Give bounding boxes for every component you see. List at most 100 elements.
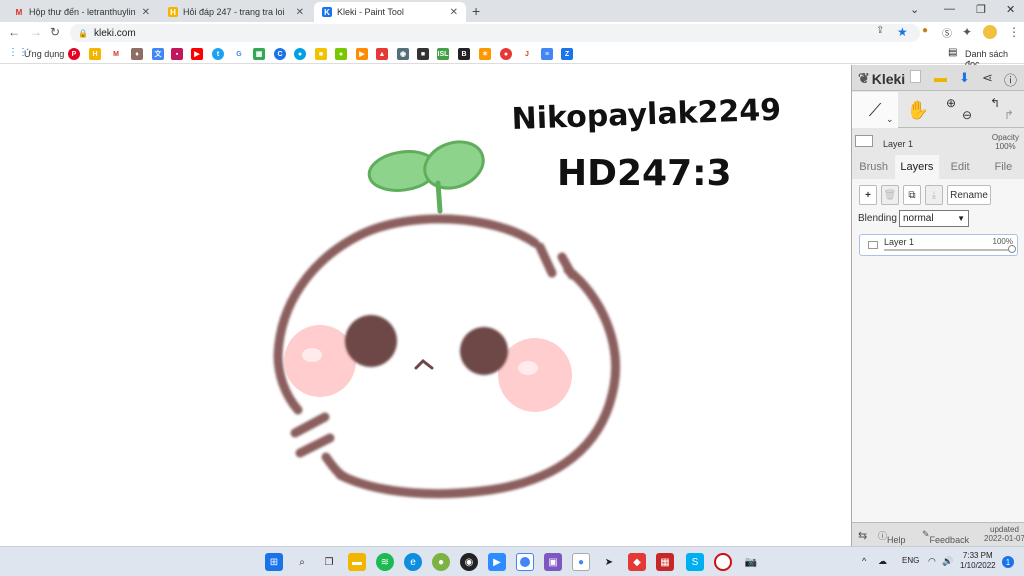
merge-layer-button[interactable]: ⤓ [925, 185, 943, 205]
app-icon[interactable]: ▦ [656, 553, 674, 571]
feedback-link[interactable]: ✎ Feedback [922, 529, 969, 545]
spotify-icon[interactable]: ≋ [376, 553, 394, 571]
chevron-down-icon[interactable]: ⌄ [910, 3, 919, 16]
redo-icon[interactable]: ↱ [1004, 108, 1014, 122]
blending-select[interactable]: normal ▼ [899, 210, 969, 227]
tab-layers[interactable]: Layers [895, 155, 939, 179]
undo-icon[interactable]: ↰ [990, 96, 1000, 110]
reload-icon[interactable]: ↻ [50, 25, 60, 39]
extension-s-icon[interactable]: Ⓢ [942, 25, 952, 40]
cloud-icon[interactable]: ☁ [878, 556, 887, 567]
swap-icon[interactable]: ⇆ [858, 529, 867, 542]
tab-file[interactable]: File [982, 155, 1024, 179]
sheets-icon[interactable]: ▦ [253, 48, 265, 60]
back-icon[interactable]: ← [8, 25, 20, 39]
help-icon[interactable]: ⓘ [1004, 70, 1017, 89]
folder-icon[interactable]: ▬ [934, 70, 947, 85]
twitter-icon[interactable]: t [212, 48, 224, 60]
menu-icon[interactable]: ⋮ [1008, 25, 1020, 39]
search-icon[interactable]: ⌕ [293, 553, 311, 571]
cursor-app-icon[interactable]: ➤ [600, 553, 618, 571]
zoom-out-icon[interactable]: ⊖ [962, 108, 972, 122]
bookmark-icon[interactable]: ■ [417, 48, 429, 60]
bookmark-icon[interactable]: ● [294, 48, 306, 60]
start-icon[interactable]: ⊞ [265, 553, 283, 571]
restore-button[interactable]: ❐ [976, 3, 986, 16]
close-icon[interactable]: ✕ [142, 7, 150, 18]
bookmark-icon[interactable]: Z [561, 48, 573, 60]
new-image-icon[interactable] [910, 70, 921, 83]
forward-icon[interactable]: → [30, 25, 42, 39]
tab-edit[interactable]: Edit [939, 155, 982, 179]
tab-brush[interactable]: Brush [852, 155, 895, 179]
help-link[interactable]: ⓘ Help [878, 529, 906, 545]
task-view-icon[interactable]: ❐ [320, 553, 338, 571]
google-icon[interactable]: G [233, 48, 245, 60]
close-icon[interactable]: ✕ [450, 7, 458, 18]
layer-opacity-knob[interactable] [1008, 245, 1016, 253]
delete-layer-button[interactable]: 🗑 [881, 185, 899, 205]
bookmark-icon[interactable]: ▪ [171, 48, 183, 60]
zoom-app-icon[interactable]: ▶ [488, 553, 506, 571]
app-icon[interactable]: ◉ [460, 553, 478, 571]
file-explorer-icon[interactable]: ▬ [348, 553, 366, 571]
edge-icon[interactable]: e [404, 553, 422, 571]
app-icon[interactable]: ▣ [544, 553, 562, 571]
layer-opacity-slider[interactable] [884, 249, 1010, 251]
minimize-button[interactable]: — [944, 3, 955, 15]
hoidap-icon[interactable]: H [89, 48, 101, 60]
volume-icon[interactable]: 🔊 [942, 556, 953, 567]
skype-icon[interactable]: S [686, 553, 704, 571]
translate-icon[interactable]: 文 [152, 48, 164, 60]
bookmark-icon[interactable]: C [274, 48, 286, 60]
clock[interactable]: 7:33 PM 1/10/2022 [960, 551, 996, 571]
chevron-up-icon[interactable]: ^ [862, 556, 866, 566]
puzzle-icon[interactable]: ✦ [962, 25, 972, 39]
add-layer-button[interactable]: + [859, 185, 877, 205]
zoom-in-icon[interactable]: ⊕ [946, 96, 956, 110]
address-bar[interactable]: 🔒 kleki.com [70, 24, 920, 42]
chrome-icon[interactable]: ● [572, 553, 590, 571]
tab-kleki[interactable]: K Kleki - Paint Tool ✕ [314, 2, 466, 22]
notification-icon[interactable]: 1 [1002, 556, 1014, 568]
brush-tool[interactable]: ⟋ ⌄ [852, 92, 898, 128]
tab-hoidap[interactable]: H Hỏi đáp 247 - trang tra loi ✕ [160, 2, 312, 22]
bookmark-icon[interactable]: ▶ [356, 48, 368, 60]
language-indicator[interactable]: ENG [902, 556, 919, 565]
chrome-icon[interactable] [516, 553, 534, 571]
duplicate-layer-button[interactable]: ⧉ [903, 185, 921, 205]
download-icon[interactable]: ⬇ [959, 70, 970, 86]
close-icon[interactable]: ✕ [296, 7, 304, 18]
rename-button[interactable]: Rename [947, 185, 991, 205]
app-icon[interactable]: ● [432, 553, 450, 571]
bookmark-icon[interactable]: ✶ [479, 48, 491, 60]
hand-tool[interactable]: ✋ [898, 92, 938, 128]
bookmark-icon[interactable]: B [458, 48, 470, 60]
bookmark-icon[interactable]: ● [500, 48, 512, 60]
bookmark-icon[interactable]: ◉ [397, 48, 409, 60]
bookmark-icon[interactable]: ▲ [376, 48, 388, 60]
apps-label[interactable]: Ứng dụng [24, 49, 64, 59]
camera-icon[interactable]: 📷 [742, 553, 760, 571]
wifi-icon[interactable]: ◠ [928, 556, 936, 567]
window-close-button[interactable]: ✕ [1006, 3, 1015, 16]
share-icon[interactable]: ⋖ [982, 70, 993, 86]
avatar[interactable] [983, 25, 997, 39]
gmail-icon[interactable]: M [110, 48, 122, 60]
bookmark-icon[interactable]: ♦ [131, 48, 143, 60]
bookmark-icon[interactable]: J [521, 48, 533, 60]
layer-list-item[interactable]: Layer 1 100% [859, 234, 1018, 256]
app-icon[interactable]: ◆ [628, 553, 646, 571]
reading-list-icon[interactable]: ▤ [948, 47, 957, 58]
opera-icon[interactable] [714, 553, 732, 571]
drawing-canvas[interactable]: Nikopaylak2249 HD247:3 [0, 65, 851, 546]
share-icon[interactable]: ⇪ [876, 25, 884, 36]
tab-gmail[interactable]: M Hộp thư đến - letranthuylinh24@... ✕ [6, 2, 158, 22]
bookmark-icon[interactable]: ● [335, 48, 347, 60]
youtube-icon[interactable]: ▶ [191, 48, 203, 60]
docs-icon[interactable]: ≡ [541, 48, 553, 60]
extension-icon[interactable]: ● [922, 25, 928, 36]
new-tab-button[interactable]: + [472, 3, 480, 19]
bookmark-icon[interactable]: ■ [315, 48, 327, 60]
zoom-tool[interactable]: ⊕ ⊖ [940, 92, 980, 128]
